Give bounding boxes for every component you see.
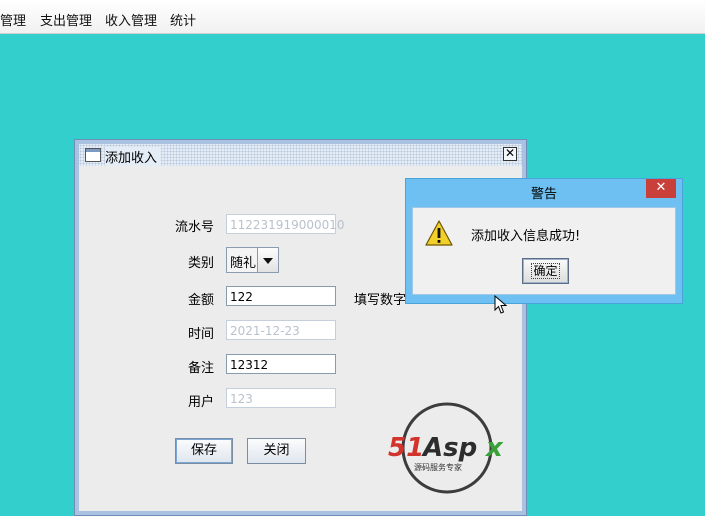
dialog-message: 添加收入信息成功! xyxy=(471,229,581,244)
dialog-close-icon[interactable]: ✕ xyxy=(646,179,676,198)
menu-income-manage[interactable]: 收入管理 xyxy=(105,10,157,29)
window-icon xyxy=(85,148,101,162)
time-field[interactable]: 2021-12-23 xyxy=(226,320,336,340)
category-label: 类别 xyxy=(187,256,214,271)
ok-button[interactable]: 确定 xyxy=(522,258,569,284)
category-value: 随礼 xyxy=(230,256,257,271)
menu-manage[interactable]: 管理 xyxy=(0,10,26,29)
serial-label: 流水号 xyxy=(174,220,214,235)
chevron-down-icon[interactable] xyxy=(257,248,278,272)
mouse-cursor-icon xyxy=(494,294,508,318)
menu-bar: 管理 支出管理 收入管理 统计 xyxy=(0,0,705,34)
dialog-title: 警告 xyxy=(530,187,557,202)
note-label: 备注 xyxy=(187,361,214,376)
brand-logo: 51 Asp x 源码服务专家 xyxy=(386,402,512,497)
user-field[interactable]: 123 xyxy=(226,388,336,408)
svg-text:51: 51 xyxy=(388,433,424,463)
svg-text:x: x xyxy=(484,433,504,463)
close-button[interactable]: 关闭 xyxy=(247,438,306,464)
window-titlebar[interactable]: 添加收入 ✕ xyxy=(79,144,522,166)
save-button[interactable]: 保存 xyxy=(175,438,233,464)
amount-field[interactable]: 122 xyxy=(226,286,336,306)
window-title: 添加收入 xyxy=(105,147,162,166)
warning-dialog: 警告 ✕ 添加收入信息成功! 确定 xyxy=(405,178,683,304)
note-field[interactable]: 12312 xyxy=(226,354,336,374)
svg-text:Asp: Asp xyxy=(421,433,477,463)
dialog-body: 添加收入信息成功! 确定 xyxy=(412,207,676,295)
warning-icon xyxy=(425,220,453,249)
serial-field[interactable]: 112231919000010 xyxy=(226,214,345,234)
amount-label: 金额 xyxy=(187,293,214,308)
menu-statistics[interactable]: 统计 xyxy=(170,10,196,29)
window-close-button[interactable]: ✕ xyxy=(503,147,517,161)
menu-expense-manage[interactable]: 支出管理 xyxy=(40,10,92,29)
ok-button-label: 确定 xyxy=(531,263,560,279)
amount-hint: 填写数字 xyxy=(354,293,407,308)
time-label: 时间 xyxy=(187,327,214,342)
category-select[interactable]: 随礼 xyxy=(226,247,279,273)
svg-text:源码服务专家: 源码服务专家 xyxy=(414,462,462,472)
user-label: 用户 xyxy=(187,395,214,410)
